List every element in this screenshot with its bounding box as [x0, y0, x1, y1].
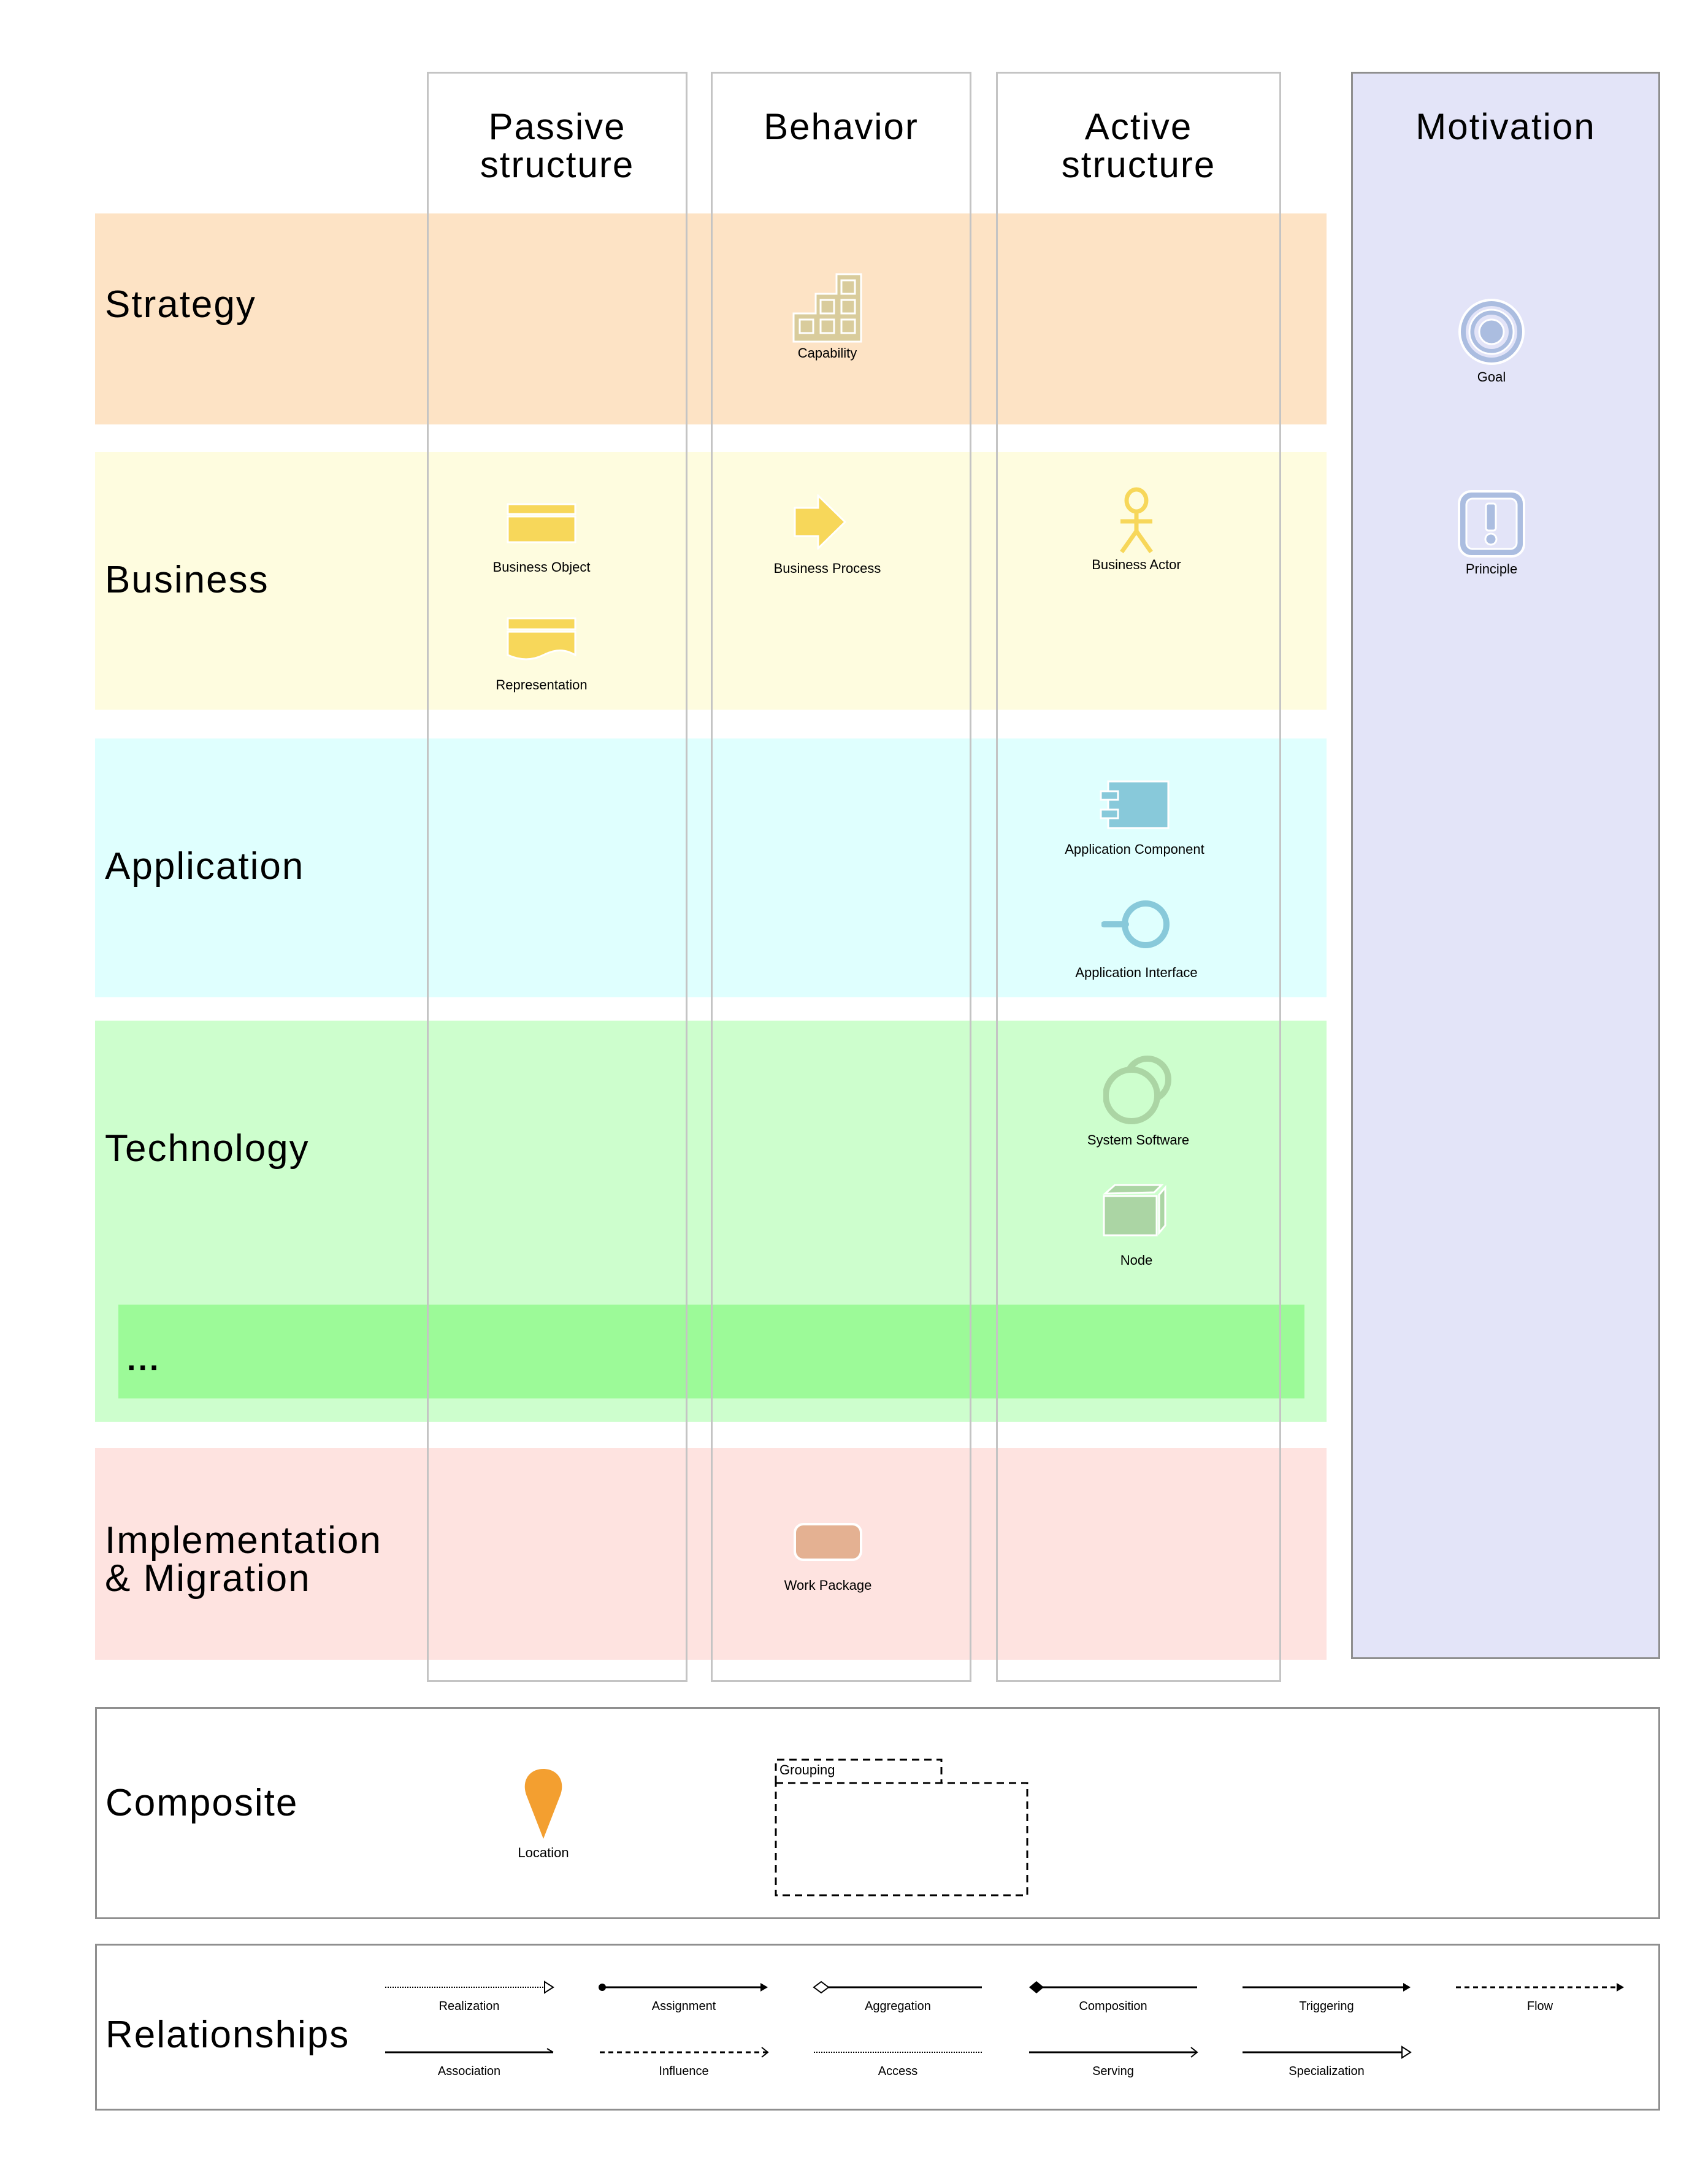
column-title: Active structure	[1061, 106, 1216, 185]
layer-label: Business	[105, 559, 269, 601]
element-label: Business Process	[773, 561, 881, 576]
relationship-association[interactable]: Association	[380, 2045, 558, 2078]
relationship-label: Access	[878, 2065, 918, 2078]
element-label: Principle	[1465, 561, 1518, 577]
relationship-label: Triggering	[1299, 2000, 1354, 2013]
element-goal[interactable]: Goal	[1400, 297, 1584, 385]
element-work-package[interactable]: Work Package	[736, 1522, 920, 1593]
column-passive-structure: Passive structure	[427, 72, 687, 1682]
element-application-component[interactable]: Application Component	[1043, 780, 1227, 857]
node-icon	[1102, 1184, 1166, 1237]
relationship-label: Association	[437, 2065, 501, 2078]
relationship-assignment[interactable]: Assignment	[595, 1980, 773, 2013]
work-package-icon	[794, 1523, 862, 1561]
location-pin-icon	[524, 1769, 562, 1839]
relationship-line-icon	[385, 2048, 554, 2054]
layer-label: Strategy	[105, 283, 256, 326]
business-object-icon	[507, 503, 576, 543]
layer-label: Technology	[105, 1127, 310, 1170]
element-label: Capability	[797, 345, 857, 361]
relationship-label: Assignment	[651, 2000, 716, 2013]
element-label: Work Package	[784, 1578, 872, 1593]
application-component-icon	[1100, 780, 1170, 829]
relationship-line-icon	[1243, 1983, 1411, 1992]
column-title: Passive structure	[480, 106, 635, 185]
relationship-label: Serving	[1092, 2065, 1134, 2078]
application-interface-icon	[1101, 900, 1170, 948]
principle-icon	[1458, 490, 1525, 558]
composite-panel: Composite Location Grouping	[95, 1707, 1660, 1919]
business-process-icon	[794, 494, 847, 550]
relationship-line-icon	[1029, 2047, 1198, 2058]
relationships-label: Relationships	[105, 2014, 350, 2056]
relationship-line-icon	[813, 1981, 982, 1994]
grouping-frame[interactable]: Grouping	[775, 1758, 1029, 1897]
element-label: Goal	[1477, 369, 1506, 385]
relationship-line-icon	[385, 1981, 554, 1994]
representation-icon	[507, 617, 576, 661]
relationship-label: Realization	[438, 2000, 500, 2013]
element-business-object[interactable]: Business Object	[450, 503, 634, 575]
relationships-panel: Relationships Realization Assignment Aggre…	[95, 1944, 1660, 2111]
column-title: Behavior	[764, 106, 919, 147]
relationship-aggregation[interactable]: Aggregation	[809, 1980, 987, 2013]
relationship-label: Flow	[1526, 2000, 1553, 2013]
relationship-line-icon	[1456, 1983, 1624, 1992]
relationship-label: Influence	[659, 2065, 709, 2078]
element-representation[interactable]: Representation	[450, 617, 634, 693]
element-node[interactable]: Node	[1044, 1183, 1228, 1268]
relationship-line-icon	[1029, 1981, 1197, 1993]
relationship-specialization[interactable]: Specialization	[1238, 2045, 1415, 2078]
relationship-label: Composition	[1079, 2000, 1147, 2013]
relationship-access[interactable]: Access	[809, 2045, 987, 2078]
element-location[interactable]: Location	[451, 1768, 635, 1861]
element-label: System Software	[1087, 1132, 1190, 1148]
relationship-realization[interactable]: Realization	[380, 1980, 558, 2013]
capability-icon	[792, 273, 862, 343]
layer-label: Implementation & Migration	[105, 1519, 382, 1600]
relationship-flow[interactable]: Flow	[1451, 1980, 1629, 2013]
element-business-actor[interactable]: Business Actor	[1044, 487, 1228, 573]
motivation-title: Motivation	[1415, 106, 1596, 147]
relationship-line-icon	[1243, 2046, 1412, 2059]
relationship-line-icon	[599, 1983, 768, 1992]
column-active-structure: Active structure	[996, 72, 1281, 1682]
grouping-icon	[775, 1758, 1028, 1896]
element-principle[interactable]: Principle	[1400, 489, 1584, 577]
relationship-serving[interactable]: Serving	[1024, 2045, 1202, 2078]
element-capability[interactable]: Capability	[735, 273, 919, 361]
goal-icon	[1458, 299, 1525, 365]
system-software-icon	[1103, 1056, 1171, 1124]
relationship-label: Specialization	[1289, 2065, 1365, 2078]
element-label: Business Actor	[1092, 557, 1181, 572]
sublayer-label: ...	[127, 1342, 161, 1378]
element-label: Business Object	[492, 559, 591, 575]
element-application-interface[interactable]: Application Interface	[1044, 899, 1228, 981]
element-label: Location	[518, 1845, 569, 1860]
element-business-process[interactable]: Business Process	[735, 494, 919, 577]
element-label: Application Interface	[1075, 965, 1198, 980]
relationship-label: Aggregation	[865, 2000, 931, 2013]
grouping-label: Grouping	[779, 1762, 835, 1777]
composite-label: Composite	[105, 1782, 299, 1824]
relationship-composition[interactable]: Composition	[1024, 1980, 1202, 2013]
element-label: Application Component	[1065, 842, 1204, 857]
element-system-software[interactable]: System Software	[1046, 1055, 1230, 1148]
relationship-influence[interactable]: Influence	[595, 2045, 773, 2078]
relationship-line-icon	[814, 2052, 982, 2053]
relationship-triggering[interactable]: Triggering	[1238, 1980, 1415, 2013]
relationship-line-icon	[600, 2047, 769, 2058]
layer-label: Application	[105, 845, 305, 888]
business-actor-icon	[1120, 487, 1153, 554]
element-label: Node	[1120, 1252, 1153, 1268]
element-label: Representation	[496, 677, 588, 692]
